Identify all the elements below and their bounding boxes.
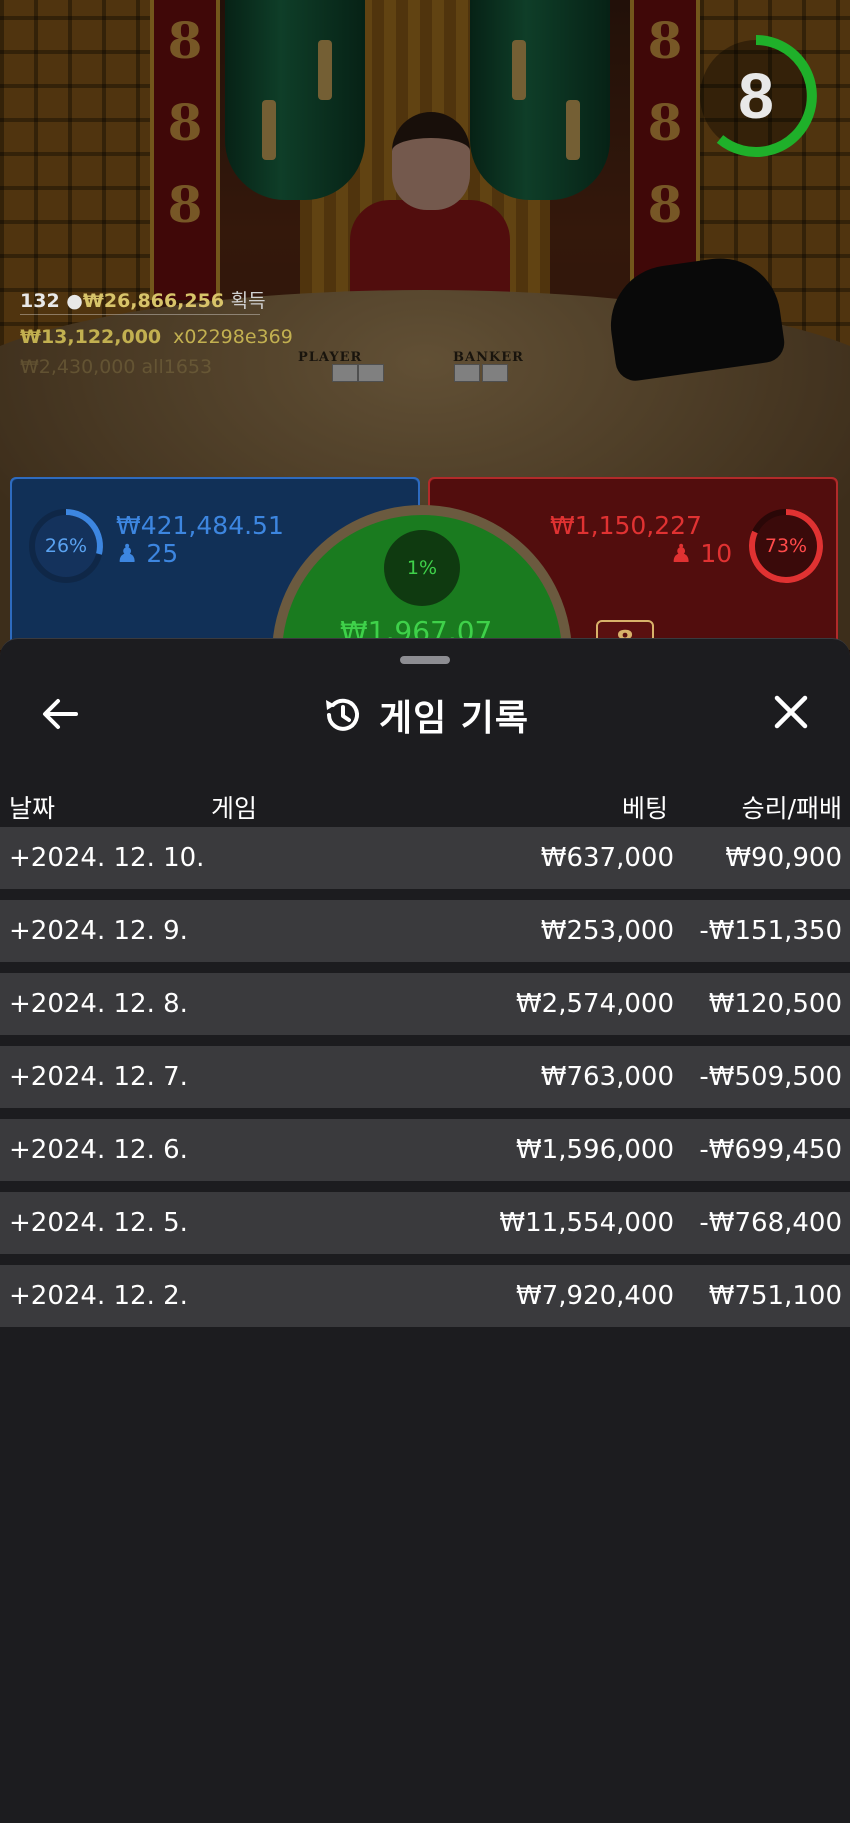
row-result: -₩768,400	[699, 1208, 842, 1238]
column-result: 승리/패배	[741, 794, 842, 823]
second-winner: ₩2,430,000 all1653	[20, 356, 213, 378]
countdown-number: 8	[738, 60, 774, 132]
player-percent: 26%	[44, 535, 88, 557]
user-icon: ♟	[670, 539, 693, 568]
banker-bettor-count: 10	[700, 539, 733, 568]
banker-percent: 73%	[764, 535, 808, 557]
history-row[interactable]: +2024. 12. 2. ₩7,920,400 ₩751,100	[0, 1265, 850, 1327]
row-result: ₩120,500	[708, 989, 842, 1019]
sheet-header: 게임 기록	[0, 687, 850, 743]
table-header: 날짜 게임 베팅 승리/패배	[0, 777, 850, 827]
row-bet: ₩253,000	[540, 916, 674, 946]
stats-divider	[20, 314, 260, 315]
row-result: -₩699,450	[699, 1135, 842, 1165]
history-row[interactable]: +2024. 12. 8. ₩2,574,000 ₩120,500	[0, 973, 850, 1035]
top-win-id: x02298e369	[173, 326, 293, 348]
game-history-sheet: 게임 기록 날짜 게임 베팅 승리/패배 +2024. 12. 10. ₩637…	[0, 638, 850, 1823]
history-row[interactable]: +2024. 12. 10. ₩637,000 ₩90,900	[0, 827, 850, 889]
user-icon: ♟	[116, 539, 139, 568]
row-result: ₩751,100	[708, 1281, 842, 1311]
player-count: 132	[20, 290, 60, 312]
row-result: -₩509,500	[699, 1062, 842, 1092]
user-icon: ●	[66, 290, 83, 312]
column-date: 날짜	[9, 794, 56, 823]
player-total-amount: ₩421,484.51	[116, 511, 284, 540]
row-date: +2024. 12. 5.	[9, 1208, 188, 1238]
history-row[interactable]: +2024. 12. 9. ₩253,000 -₩151,350	[0, 900, 850, 962]
total-win: ₩26,866,256	[82, 290, 225, 312]
tie-percent: 1%	[384, 530, 460, 606]
row-date: +2024. 12. 6.	[9, 1135, 188, 1165]
close-icon	[774, 695, 808, 729]
row-bet: ₩763,000	[540, 1062, 674, 1092]
row-date: +2024. 12. 9.	[9, 916, 188, 946]
row-date: +2024. 12. 7.	[9, 1062, 188, 1092]
player-bettor-count: 25	[146, 539, 179, 568]
row-result: -₩151,350	[699, 916, 842, 946]
top-win-amount: ₩13,122,000	[20, 326, 162, 348]
column-bet: 베팅	[621, 794, 668, 823]
history-row[interactable]: +2024. 12. 5. ₩11,554,000 -₩768,400	[0, 1192, 850, 1254]
row-date: +2024. 12. 10.	[9, 843, 205, 873]
row-bet: ₩637,000	[540, 843, 674, 873]
live-game-view: 888 888 PLAYER BANKER 132 ●₩26,866,256 획…	[0, 0, 850, 660]
close-button[interactable]	[766, 687, 816, 737]
history-icon	[325, 698, 359, 731]
banker-total-amount: ₩1,150,227	[550, 511, 702, 540]
row-date: +2024. 12. 8.	[9, 989, 188, 1019]
history-row[interactable]: +2024. 12. 6. ₩1,596,000 -₩699,450	[0, 1119, 850, 1181]
sheet-grabber[interactable]	[400, 656, 450, 664]
win-label: 획득	[230, 290, 266, 312]
top-winner: ₩13,122,000 x02298e369	[20, 326, 293, 348]
row-date: +2024. 12. 2.	[9, 1281, 188, 1311]
row-result: ₩90,900	[725, 843, 842, 873]
row-bet: ₩11,554,000	[499, 1208, 674, 1238]
column-game: 게임	[211, 794, 258, 823]
winners-stats: 132 ●₩26,866,256 획득	[20, 286, 266, 313]
row-bet: ₩7,920,400	[515, 1281, 674, 1311]
row-bet: ₩2,574,000	[515, 989, 674, 1019]
sheet-title: 게임 기록	[378, 698, 529, 739]
history-row[interactable]: +2024. 12. 7. ₩763,000 -₩509,500	[0, 1046, 850, 1108]
row-bet: ₩1,596,000	[515, 1135, 674, 1165]
